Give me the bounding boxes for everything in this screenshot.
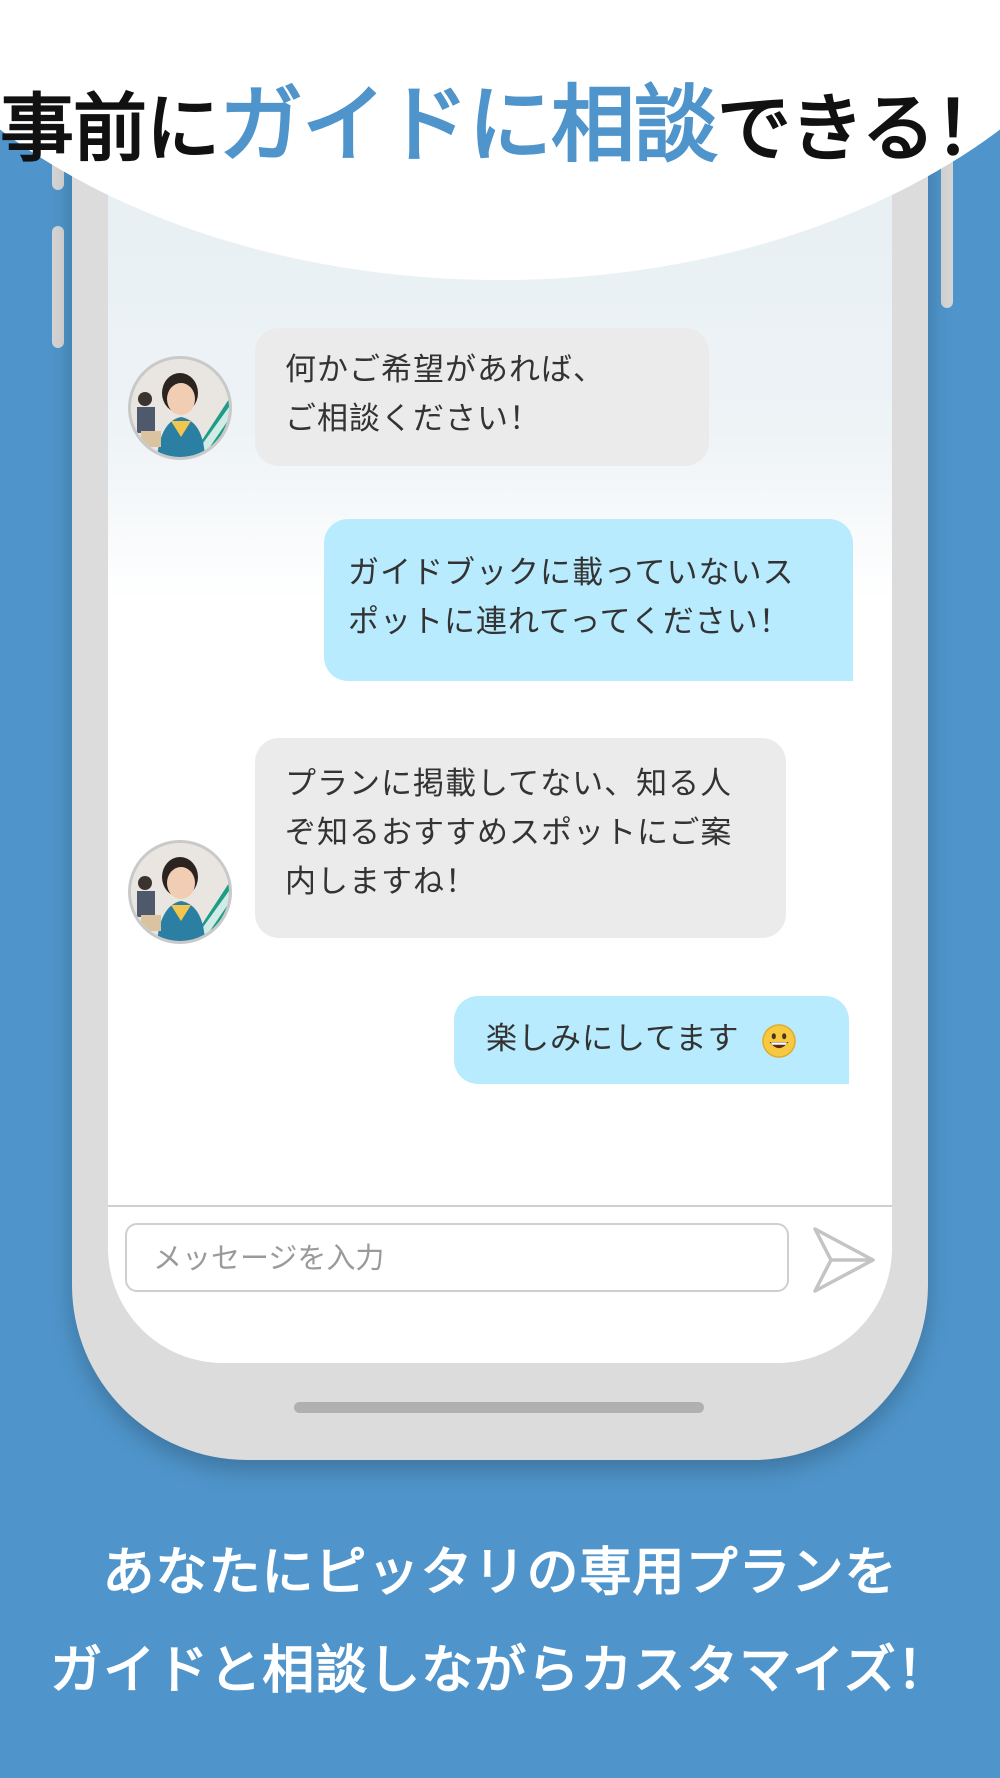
- guide-avatar: [128, 356, 232, 460]
- guide-photo-icon: [131, 843, 229, 941]
- message-bubble-user: ガイドブックに載っていないス ポットに連れてってください！: [324, 519, 853, 681]
- promo-screen: 事前にガイドに相談できる！ 何かご希望があれば、 ご相談ください！ ガイドブック…: [0, 0, 1000, 1778]
- message-text: プランに掲載してない、知る人: [285, 766, 733, 802]
- message-text: ご相談ください！: [285, 401, 541, 437]
- message-input[interactable]: [125, 1223, 789, 1292]
- headline-highlight: ガイドに相談: [219, 76, 718, 174]
- phone-side-button: [52, 226, 64, 348]
- send-icon[interactable]: [811, 1225, 877, 1295]
- home-indicator: [294, 1402, 704, 1413]
- message-text: 内しますね！: [285, 864, 477, 900]
- message-bubble-guide: プランに掲載してない、知る人 ぞ知るおすすめスポットにご案 内しますね！: [255, 738, 786, 938]
- message-text: ポットに連れてってください！: [348, 604, 791, 640]
- headline-suffix: できる！: [717, 86, 1000, 172]
- tagline-line-1: あなたにピッタリの専用プランを: [102, 1543, 898, 1603]
- input-divider: [108, 1205, 892, 1207]
- headline: 事前にガイドに相談できる！: [0, 58, 1000, 179]
- guide-avatar: [128, 840, 232, 944]
- headline-prefix: 事前に: [0, 86, 220, 172]
- guide-photo-icon: [131, 359, 229, 457]
- grinning-face-emoji: [761, 1023, 796, 1058]
- message-bubble-guide: 何かご希望があれば、 ご相談ください！: [255, 328, 709, 466]
- tagline-line-2: ガイドと相談しながらカスタマイズ！: [50, 1641, 950, 1701]
- message-bubble-user: 楽しみにしてます: [454, 996, 849, 1084]
- message-text: 何かご希望があれば、: [285, 352, 605, 388]
- message-text-content: 楽しみにしてます: [486, 1021, 740, 1057]
- message-text: ぞ知るおすすめスポットにご案: [285, 815, 733, 851]
- message-text: 楽しみにしてます: [486, 1015, 817, 1064]
- chat-screen: 何かご希望があれば、 ご相談ください！ ガイドブックに載っていないス ポットに連…: [108, 130, 892, 1363]
- message-text: ガイドブックに載っていないス: [348, 555, 795, 591]
- phone-frame: 何かご希望があれば、 ご相談ください！ ガイドブックに載っていないス ポットに連…: [72, 130, 928, 1460]
